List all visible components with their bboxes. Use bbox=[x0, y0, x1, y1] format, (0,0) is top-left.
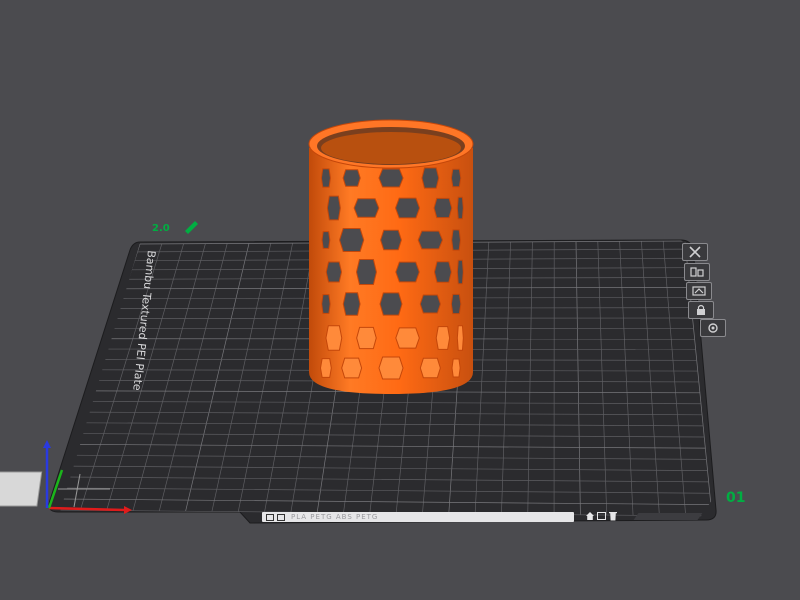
lock-icon bbox=[697, 304, 705, 315]
voronoi-cell bbox=[456, 196, 464, 220]
voronoi-cell bbox=[451, 229, 461, 251]
voronoi-cell bbox=[395, 327, 420, 349]
voronoi-cell bbox=[325, 261, 343, 283]
voronoi-cell bbox=[451, 358, 461, 378]
arrange-icon bbox=[690, 267, 704, 277]
plate-settings-button[interactable] bbox=[700, 319, 726, 337]
voronoi-cell bbox=[342, 292, 361, 316]
voronoi-cell bbox=[433, 197, 453, 219]
3d-viewport[interactable]: Bambu Textured PEI Plate 2.0 01 PLA PETG… bbox=[0, 0, 800, 600]
voronoi-cell bbox=[433, 261, 452, 283]
delete-icon[interactable] bbox=[609, 511, 617, 521]
filament-list: PLA PETG ABS PETG bbox=[291, 513, 379, 521]
voronoi-cell bbox=[326, 195, 341, 221]
voronoi-cell bbox=[356, 326, 377, 350]
view-icon[interactable] bbox=[597, 512, 606, 520]
voronoi-cell bbox=[339, 228, 365, 252]
voronoi-cell bbox=[417, 230, 444, 250]
voronoi-cell bbox=[355, 258, 377, 286]
voronoi-cell bbox=[450, 293, 462, 315]
model-voronoi-cylinder[interactable] bbox=[308, 119, 474, 394]
voronoi-cell bbox=[378, 168, 404, 188]
voronoi-cell bbox=[341, 357, 363, 379]
plate-number: 01 bbox=[726, 490, 745, 506]
plate-status-bar: PLA PETG ABS PETG bbox=[262, 512, 574, 522]
grid-icon bbox=[266, 513, 274, 521]
voronoi-cell bbox=[320, 168, 331, 188]
height-readout: 2.0 bbox=[152, 223, 170, 234]
scene-canvas[interactable]: Bambu Textured PEI Plate 2.0 01 bbox=[0, 0, 800, 600]
settings-icon bbox=[708, 323, 718, 333]
voronoi-cell bbox=[419, 294, 441, 314]
voronoi-cell bbox=[325, 325, 343, 351]
voronoi-cell bbox=[395, 197, 421, 219]
voronoi-cell bbox=[378, 356, 404, 380]
status-tools bbox=[586, 510, 617, 522]
voronoi-cell bbox=[321, 294, 331, 314]
edit-height-icon[interactable] bbox=[185, 221, 198, 234]
orient-icon bbox=[692, 286, 706, 296]
close-icon bbox=[689, 246, 701, 258]
voronoi-cell bbox=[456, 259, 464, 285]
voronoi-cell bbox=[435, 326, 451, 350]
voronoi-cell bbox=[456, 325, 464, 351]
image-icon bbox=[277, 513, 285, 521]
voronoi-cell bbox=[380, 229, 402, 251]
arrange-button[interactable] bbox=[684, 263, 710, 281]
plate-corner-slot bbox=[633, 513, 703, 520]
lock-plate-button[interactable] bbox=[688, 301, 714, 319]
voronoi-cell bbox=[395, 261, 420, 283]
voronoi-cell bbox=[419, 357, 441, 379]
voronoi-cell bbox=[342, 169, 361, 187]
voronoi-cell bbox=[321, 231, 331, 249]
voronoi-cell bbox=[379, 292, 403, 316]
close-plate-button[interactable] bbox=[682, 243, 708, 261]
voronoi-cell bbox=[450, 168, 462, 188]
orient-button[interactable] bbox=[686, 282, 712, 300]
voronoi-cell bbox=[353, 198, 380, 218]
voronoi-cell bbox=[319, 358, 332, 378]
voronoi-cell bbox=[421, 167, 440, 189]
home-icon[interactable] bbox=[586, 512, 594, 520]
